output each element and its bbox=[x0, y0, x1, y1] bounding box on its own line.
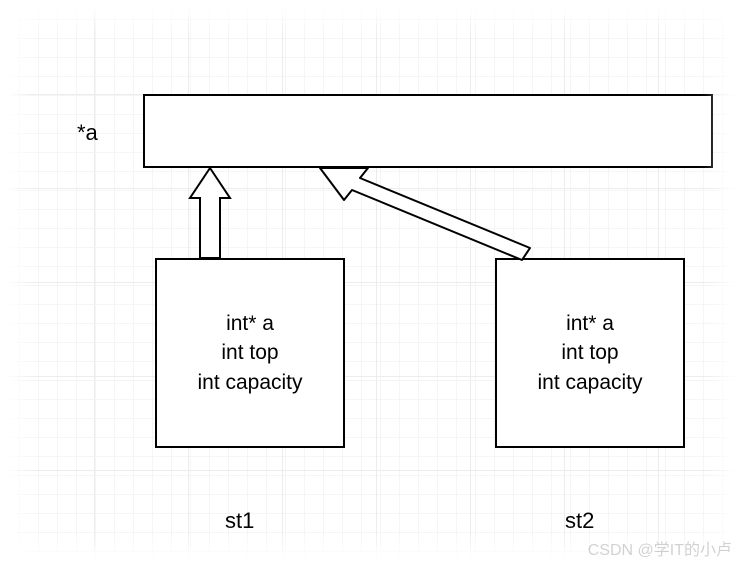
struct-st1-line2: int top bbox=[157, 338, 343, 367]
arrow-st1-to-memory bbox=[190, 168, 230, 260]
struct-st1-content: int* a int top int capacity bbox=[157, 309, 343, 397]
st1-label: st1 bbox=[225, 508, 254, 534]
struct-st2-line1: int* a bbox=[497, 309, 683, 338]
struct-st2-line2: int top bbox=[497, 338, 683, 367]
pointer-a-label: *a bbox=[77, 120, 98, 146]
arrow-st2-to-memory bbox=[310, 150, 540, 270]
struct-st1-line3: int capacity bbox=[157, 368, 343, 397]
st2-label: st2 bbox=[565, 508, 594, 534]
struct-st1-line1: int* a bbox=[157, 309, 343, 338]
struct-box-st1: int* a int top int capacity bbox=[155, 258, 345, 448]
struct-box-st2: int* a int top int capacity bbox=[495, 258, 685, 448]
struct-st2-line3: int capacity bbox=[497, 368, 683, 397]
struct-st2-content: int* a int top int capacity bbox=[497, 309, 683, 397]
